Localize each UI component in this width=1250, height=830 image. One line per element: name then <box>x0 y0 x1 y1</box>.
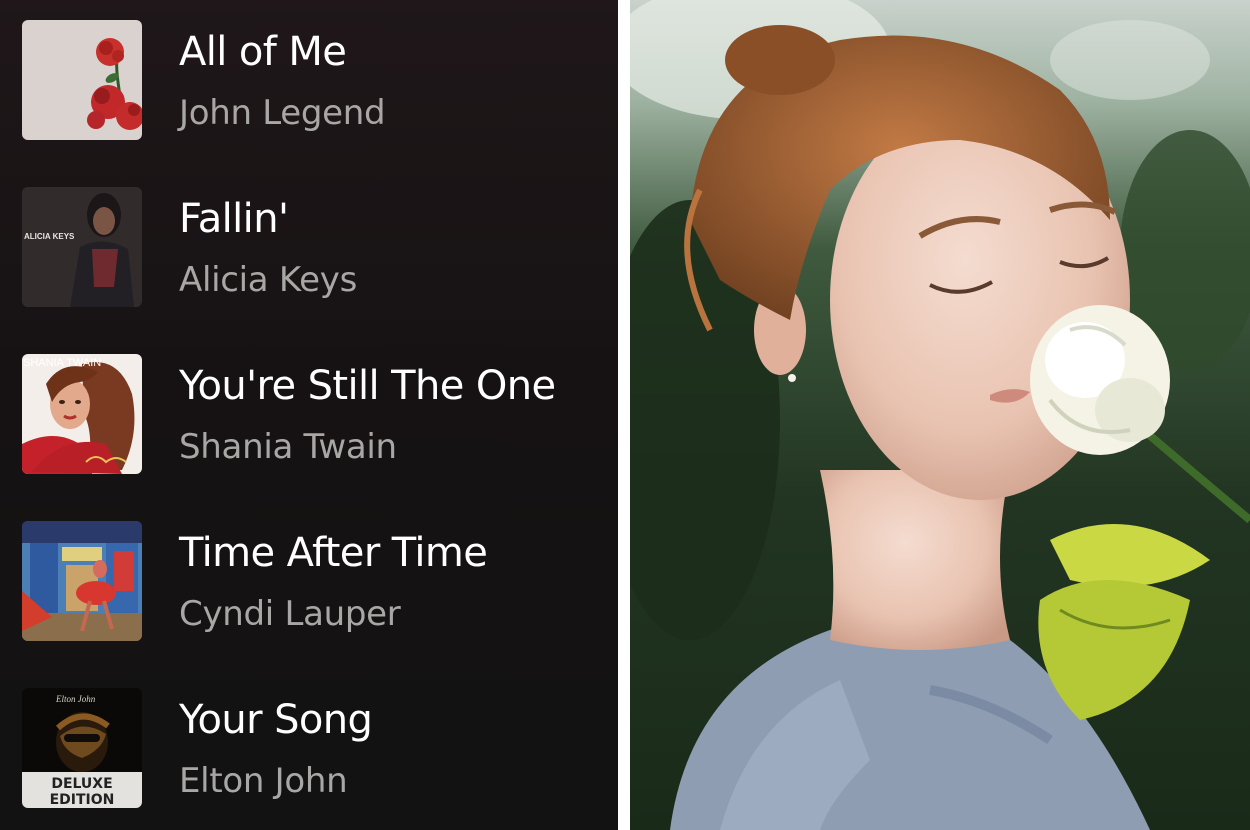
shania-cover-banner: SHANIA TWAIN <box>23 357 101 369</box>
woman-with-rose-photo <box>630 0 1250 830</box>
track-artist: Alicia Keys <box>179 260 357 300</box>
track-text: You're Still The One Shania Twain <box>179 334 609 484</box>
track-title: Time After Time <box>179 530 488 576</box>
elton-cover-signature: Elton John <box>55 694 96 704</box>
portrait-album-cover: SHANIA TWAIN <box>22 354 142 474</box>
track-artist: Elton John <box>179 761 348 801</box>
track-artist: John Legend <box>179 93 386 133</box>
track-text: Your Song Elton John <box>179 668 609 818</box>
track-text: All of Me John Legend <box>179 0 609 150</box>
elton-cover-badge-line2: EDITION <box>50 792 115 808</box>
street-scene-album-cover <box>22 521 142 641</box>
track-artist: Shania Twain <box>179 427 397 467</box>
elton-cover-badge-line1: DELUXE <box>51 776 112 792</box>
rose-album-cover <box>22 20 142 140</box>
track-text: Fallin' Alicia Keys <box>179 167 609 317</box>
portrait-album-cover: Elton John DELUXE EDITION <box>22 688 142 808</box>
track-row-time-after-time[interactable]: Time After Time Cyndi Lauper <box>0 501 618 651</box>
track-row-your-song[interactable]: Elton John DELUXE EDITION Your Song Elto… <box>0 668 618 818</box>
song-list: All of Me John Legend ALICIA KEYS Fallin… <box>0 0 618 830</box>
portrait-album-cover: ALICIA KEYS <box>22 187 142 307</box>
track-artist: Cyndi Lauper <box>179 594 401 634</box>
track-row-youre-still-the-one[interactable]: SHANIA TWAIN You're Still The One Shania… <box>0 334 618 484</box>
track-title: Fallin' <box>179 196 289 242</box>
alicia-cover-banner: ALICIA KEYS <box>24 232 75 241</box>
track-title: Your Song <box>179 697 373 743</box>
track-row-fallin[interactable]: ALICIA KEYS Fallin' Alicia Keys <box>0 167 618 317</box>
track-text: Time After Time Cyndi Lauper <box>179 501 609 651</box>
track-title: You're Still The One <box>179 363 556 409</box>
track-row-all-of-me[interactable]: All of Me John Legend <box>0 0 618 150</box>
panel-divider <box>618 0 630 830</box>
track-title: All of Me <box>179 29 347 75</box>
